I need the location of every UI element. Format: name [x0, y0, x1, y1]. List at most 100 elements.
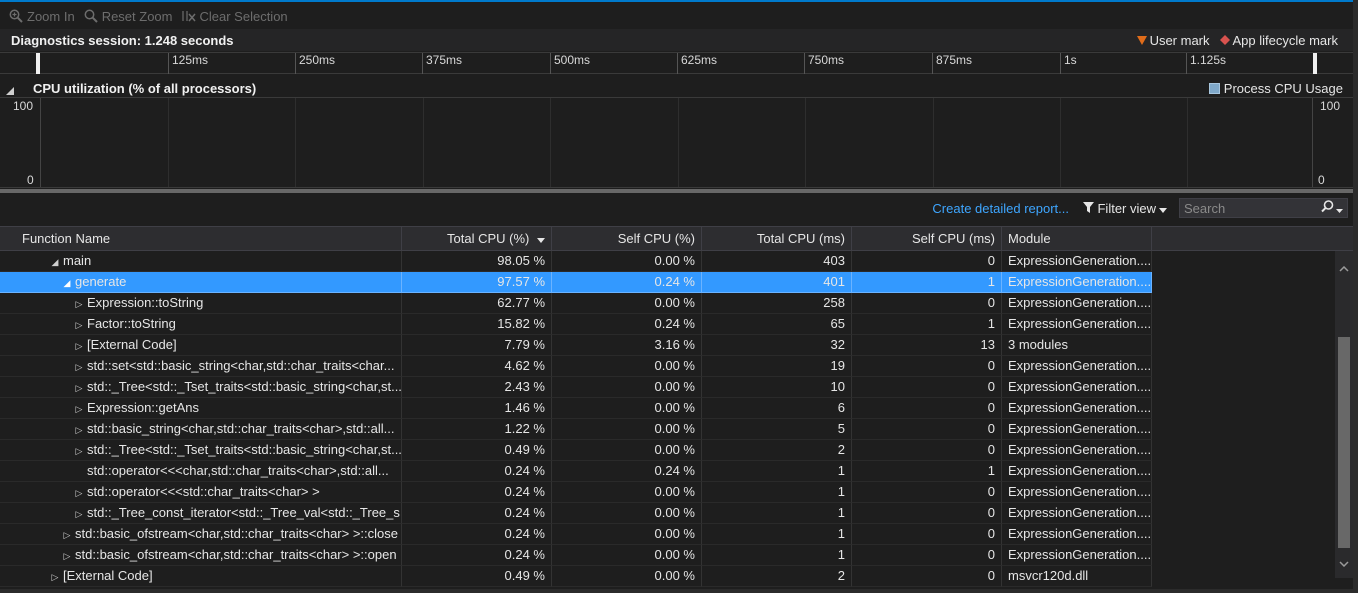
table-row[interactable]: ▷ std::_Tree<std::_Tset_traits<std::basic…: [0, 440, 1152, 461]
cell-total-cpu-pct: 98.05 %: [402, 251, 552, 272]
function-name-text: Factor::toString: [87, 316, 176, 331]
ruler-tick: 750ms: [804, 53, 844, 74]
cell-total-cpu-ms: 1: [702, 524, 852, 545]
collapse-icon[interactable]: [6, 83, 14, 98]
ruler-tick: 625ms: [677, 53, 717, 74]
cell-module: 3 modules: [1002, 335, 1152, 356]
function-name-text: std::set<std::basic_string<char,std::cha…: [87, 358, 395, 373]
create-detailed-report-link[interactable]: Create detailed report...: [932, 201, 1069, 216]
cell-module: ExpressionGeneration....: [1002, 356, 1152, 377]
function-name-text: std::_Tree_const_iterator<std::_Tree_val…: [87, 505, 402, 520]
cell-total-cpu-ms: 1: [702, 545, 852, 566]
cell-self-cpu-ms: 0: [852, 377, 1002, 398]
cell-total-cpu-ms: 1: [702, 461, 852, 482]
table-row[interactable]: ▷ std::basic_ofstream<char,std::char_trai…: [0, 524, 1152, 545]
column-header-self-cpu-pct[interactable]: Self CPU (%): [552, 227, 702, 251]
collapsed-arrow-icon[interactable]: ▷: [74, 315, 84, 334]
cell-total-cpu-ms: 65: [702, 314, 852, 335]
collapsed-arrow-icon[interactable]: ▷: [74, 378, 84, 397]
cpu-graph[interactable]: 100 0 100 0: [0, 97, 1353, 188]
search-box[interactable]: [1179, 198, 1348, 218]
table-row[interactable]: ▷ std::_Tree<std::_Tset_traits<std::basic…: [0, 377, 1152, 398]
collapsed-arrow-icon[interactable]: ▷: [74, 357, 84, 376]
table-row[interactable]: std::operator<<<char,std::char_traits<ch…: [0, 461, 1152, 482]
search-input[interactable]: [1180, 200, 1317, 216]
function-name-text: main: [63, 253, 92, 268]
scrollbar-thumb[interactable]: [1338, 337, 1350, 548]
collapsed-arrow-icon[interactable]: ▷: [50, 567, 60, 586]
table-row[interactable]: ▷ Expression::getAns 1.46 % 0.00 % 6 0 Express…: [0, 398, 1152, 419]
cell-total-cpu-ms: 2: [702, 566, 852, 587]
cell-module: ExpressionGeneration....: [1002, 482, 1152, 503]
table-row[interactable]: ▷ std::set<std::basic_string<char,std::ch…: [0, 356, 1152, 377]
cell-function-name: ▷ [External Code]: [0, 335, 402, 356]
collapsed-arrow-icon[interactable]: ▷: [74, 294, 84, 313]
table-row[interactable]: ◢ generate 97.57 % 0.24 % 401 1 ExpressionGene…: [0, 272, 1152, 293]
table-row[interactable]: ▷ Factor::toString 15.82 % 0.24 % 65 1 Express…: [0, 314, 1152, 335]
column-header-total-cpu-ms[interactable]: Total CPU (ms): [702, 227, 852, 251]
clear-selection-button[interactable]: Clear Selection: [181, 8, 288, 24]
reset-zoom-button[interactable]: Reset Zoom: [83, 8, 173, 24]
cell-self-cpu-pct: 0.00 %: [552, 482, 702, 503]
cell-self-cpu-pct: 0.00 %: [552, 566, 702, 587]
cell-module: ExpressionGeneration....: [1002, 419, 1152, 440]
collapsed-arrow-icon[interactable]: ▷: [62, 525, 72, 544]
collapsed-arrow-icon[interactable]: ▷: [62, 546, 72, 565]
clear-selection-icon: [181, 8, 197, 24]
collapsed-arrow-icon[interactable]: ▷: [74, 483, 84, 502]
search-options[interactable]: [1317, 200, 1347, 216]
filter-view-button[interactable]: Filter view: [1083, 201, 1167, 216]
column-header-module[interactable]: Module: [1002, 227, 1152, 251]
selection-handle-left[interactable]: [36, 53, 40, 74]
cpu-plot-area: [40, 98, 1313, 187]
table-row[interactable]: ▷ std::basic_ofstream<char,std::char_trai…: [0, 545, 1152, 566]
cell-module: ExpressionGeneration....: [1002, 314, 1152, 335]
cell-module: ExpressionGeneration....: [1002, 524, 1152, 545]
collapsed-arrow-icon[interactable]: ▷: [74, 504, 84, 523]
cell-total-cpu-pct: 7.79 %: [402, 335, 552, 356]
expanded-arrow-icon[interactable]: ◢: [62, 273, 72, 292]
cell-self-cpu-pct: 0.00 %: [552, 398, 702, 419]
scroll-down-icon[interactable]: [1335, 556, 1353, 572]
selection-handle-right[interactable]: [1313, 53, 1317, 74]
vertical-scrollbar[interactable]: [1335, 251, 1353, 578]
table-row[interactable]: ▷ std::basic_string<char,std::char_traits…: [0, 419, 1152, 440]
table-row[interactable]: ▷ [External Code] 0.49 % 0.00 % 2 0 msvcr120d.…: [0, 566, 1152, 587]
zoom-in-button[interactable]: Zoom In: [8, 8, 75, 24]
total-cpu-pct-label: Total CPU (%): [447, 231, 530, 246]
cell-total-cpu-pct: 0.24 %: [402, 461, 552, 482]
function-name-text: std::_Tree<std::_Tset_traits<std::basic_…: [87, 379, 402, 394]
expanded-arrow-icon[interactable]: ◢: [50, 252, 60, 271]
table-row[interactable]: ▷ [External Code] 7.79 % 3.16 % 32 13 3 module…: [0, 335, 1152, 356]
collapsed-arrow-icon[interactable]: ▷: [74, 336, 84, 355]
column-header-self-cpu-ms[interactable]: Self CPU (ms): [852, 227, 1002, 251]
cell-self-cpu-ms: 0: [852, 482, 1002, 503]
table-row[interactable]: ◢ main 98.05 % 0.00 % 403 0 ExpressionGenerati…: [0, 251, 1152, 272]
column-header-total-cpu-pct[interactable]: Total CPU (%): [402, 227, 552, 251]
pane-splitter[interactable]: [0, 189, 1353, 193]
y-axis-min-right: 0: [1318, 173, 1325, 187]
collapsed-arrow-icon[interactable]: ▷: [74, 420, 84, 439]
cell-function-name: ▷ std::basic_ofstream<char,std::char_trai…: [0, 524, 402, 545]
cell-function-name: ▷ Factor::toString: [0, 314, 402, 335]
cell-total-cpu-ms: 5: [702, 419, 852, 440]
table-row[interactable]: ▷ std::operator<<<std::char_traits<char> …: [0, 482, 1152, 503]
cell-function-name: ▷ std::_Tree_const_iterator<std::_Tree_va…: [0, 503, 402, 524]
collapsed-arrow-icon[interactable]: ▷: [74, 399, 84, 418]
cell-self-cpu-pct: 0.24 %: [552, 272, 702, 293]
function-name-text: std::operator<<<std::char_traits<char> >: [87, 484, 320, 499]
function-name-text: std::basic_ofstream<char,std::char_trait…: [75, 526, 398, 541]
time-ruler[interactable]: 125ms 250ms 375ms 500ms 625ms 750ms 875m…: [0, 52, 1353, 74]
cell-self-cpu-ms: 0: [852, 293, 1002, 314]
collapsed-arrow-icon[interactable]: ▷: [74, 441, 84, 460]
cpu-legend-label: Process CPU Usage: [1223, 81, 1343, 96]
session-title: Diagnostics session: 1.248 seconds: [11, 33, 234, 48]
cell-module: msvcr120d.dll: [1002, 566, 1152, 587]
table-row[interactable]: ▷ std::_Tree_const_iterator<std::_Tree_va…: [0, 503, 1152, 524]
cell-self-cpu-ms: 0: [852, 503, 1002, 524]
cell-total-cpu-pct: 1.46 %: [402, 398, 552, 419]
cell-self-cpu-ms: 0: [852, 524, 1002, 545]
column-header-function-name[interactable]: Function Name: [0, 227, 402, 251]
scroll-up-icon[interactable]: [1335, 261, 1353, 277]
table-row[interactable]: ▷ Expression::toString 62.77 % 0.00 % 258 0 Ex…: [0, 293, 1152, 314]
